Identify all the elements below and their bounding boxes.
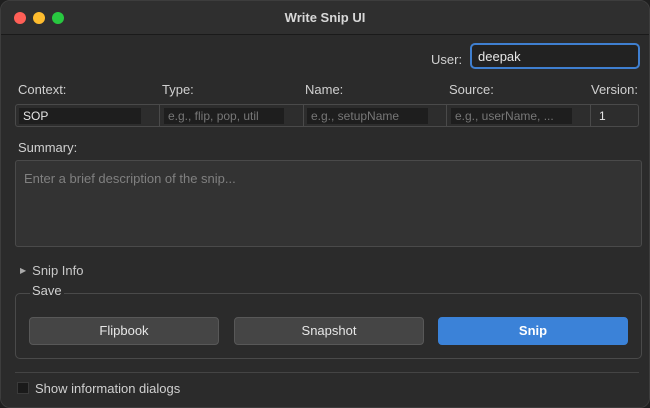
user-label: User: xyxy=(431,52,463,67)
window-title: Write Snip UI xyxy=(284,10,366,25)
user-input[interactable]: deepak xyxy=(470,43,640,69)
snapshot-button[interactable]: Snapshot xyxy=(234,317,424,345)
snip-info-label: Snip Info xyxy=(32,263,84,278)
column-divider xyxy=(590,105,591,126)
context-label: Context: xyxy=(18,82,67,97)
name-field[interactable]: e.g., setupName xyxy=(307,108,428,124)
source-label: Source: xyxy=(449,82,494,97)
show-info-dialogs-checkbox[interactable] xyxy=(17,382,29,394)
disclosure-triangle-icon: ▶ xyxy=(20,266,27,275)
column-divider xyxy=(446,105,447,126)
show-info-dialogs-label: Show information dialogs xyxy=(35,381,181,396)
name-label: Name: xyxy=(305,82,344,97)
summary-label: Summary: xyxy=(18,140,78,155)
column-divider xyxy=(159,105,160,126)
summary-textarea[interactable]: Enter a brief description of the snip... xyxy=(15,160,642,247)
version-field[interactable]: 1 xyxy=(595,108,633,124)
main-content: User: deepak Context: Type: Name: Source… xyxy=(1,35,649,407)
flipbook-button[interactable]: Flipbook xyxy=(29,317,219,345)
type-label: Type: xyxy=(162,82,194,97)
source-field[interactable]: e.g., userName, ... xyxy=(451,108,572,124)
snip-info-toggle[interactable]: ▶ Snip Info xyxy=(20,263,83,278)
version-label: Version: xyxy=(591,82,638,97)
snip-button[interactable]: Snip xyxy=(438,317,628,345)
type-field[interactable]: e.g., flip, pop, util xyxy=(164,108,284,124)
column-divider xyxy=(303,105,304,126)
show-info-dialogs-option[interactable]: Show information dialogs xyxy=(17,381,180,396)
context-field[interactable]: SOP xyxy=(19,108,141,124)
title-bar[interactable]: Write Snip UI xyxy=(1,1,649,35)
write-snip-window: Write Snip UI User: deepak Context: Type… xyxy=(0,0,650,408)
divider xyxy=(15,372,639,373)
save-group-label: Save xyxy=(30,283,64,298)
snip-fields-row: SOP e.g., flip, pop, util e.g., setupNam… xyxy=(15,104,639,127)
